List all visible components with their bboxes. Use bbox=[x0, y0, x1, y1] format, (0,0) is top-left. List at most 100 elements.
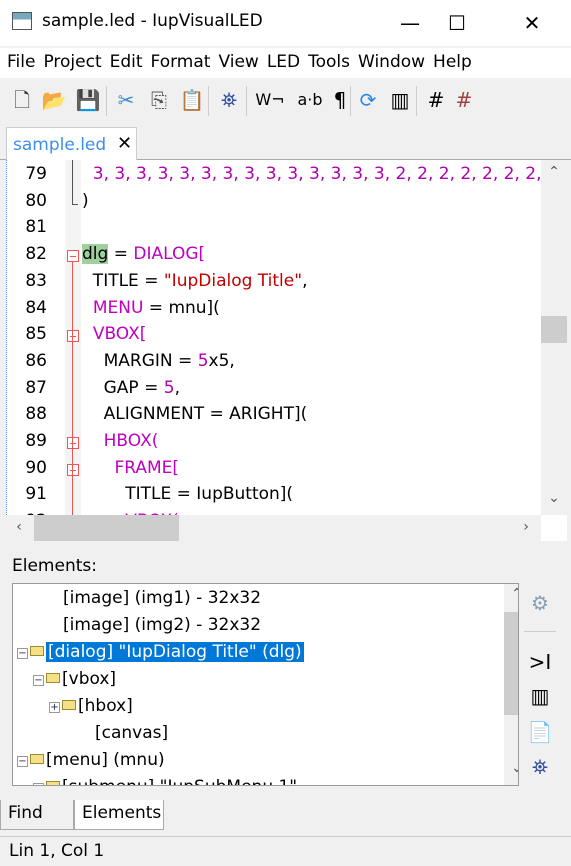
layout-dialog-button[interactable]: ▥ bbox=[386, 86, 414, 114]
elements-tree[interactable]: [image] (img1) - 32x32 [image] (img2) - 3… bbox=[12, 583, 519, 786]
menu-file[interactable]: File bbox=[0, 48, 39, 72]
line-numbers-button[interactable]: # bbox=[422, 86, 450, 114]
collapse-icon[interactable]: − bbox=[17, 756, 28, 767]
menu-led[interactable]: LED bbox=[263, 48, 304, 72]
tab-label: Elements bbox=[82, 803, 162, 823]
fold-line bbox=[72, 262, 73, 541]
layout-dialog-icon: ▥ bbox=[390, 88, 410, 112]
tree-item[interactable]: − [menu] (mnu) bbox=[17, 750, 165, 770]
scroll-left-icon[interactable]: ‹ bbox=[6, 519, 32, 535]
toolbar-separator bbox=[106, 86, 107, 116]
menu-window[interactable]: Window bbox=[354, 48, 429, 72]
tree-item[interactable]: − [dialog] "IupDialog Title" (dlg) bbox=[17, 642, 304, 662]
paste-button[interactable]: 📋 bbox=[178, 86, 206, 114]
import-button[interactable]: 📄 bbox=[526, 718, 554, 746]
show-whitespace-button[interactable]: a·b bbox=[292, 86, 328, 114]
scroll-down-icon[interactable]: ⌄ bbox=[504, 760, 518, 776]
tree-item[interactable]: [image] (img2) - 32x32 bbox=[63, 615, 261, 635]
tree-scrollbar[interactable]: ⌃ ⌄ bbox=[504, 584, 518, 785]
layout-icon: ▥ bbox=[530, 684, 550, 708]
find-element-icon: ⛯ bbox=[532, 755, 548, 779]
tree-item-label: [dialog] "IupDialog Title" (dlg) bbox=[46, 642, 304, 662]
tree-item[interactable]: − [submenu] "IupSubMenu 1" bbox=[33, 777, 297, 785]
folder-icon bbox=[46, 673, 60, 683]
tab-elements[interactable]: Elements bbox=[74, 800, 164, 830]
menu-format[interactable]: Format bbox=[147, 48, 215, 72]
tab-sample-led[interactable]: sample.led ✕ bbox=[6, 127, 137, 161]
close-tab-icon[interactable]: ✕ bbox=[117, 133, 132, 154]
cursor-position: Lin 1, Col 1 bbox=[9, 841, 105, 861]
app-icon bbox=[12, 12, 32, 30]
copy-icon: ⎘ bbox=[151, 88, 167, 112]
new-file-button[interactable]: 🗋 bbox=[8, 86, 36, 114]
toolbar-separator bbox=[208, 86, 209, 116]
collapse-icon[interactable]: − bbox=[33, 783, 44, 785]
code-token: DIALOG[ bbox=[133, 244, 206, 265]
go-to-source-button[interactable]: >I bbox=[526, 648, 554, 676]
menu-help[interactable]: Help bbox=[429, 48, 476, 72]
line-number: 85 bbox=[25, 324, 47, 345]
save-button[interactable]: 💾 bbox=[74, 86, 102, 114]
toolbar-separator bbox=[416, 86, 417, 116]
scroll-down-icon[interactable]: ⌄ bbox=[541, 490, 567, 506]
scroll-right-icon[interactable]: › bbox=[513, 519, 539, 535]
collapse-icon[interactable]: − bbox=[33, 675, 44, 686]
layout-button[interactable]: ▥ bbox=[526, 682, 554, 710]
maximize-button[interactable]: ☐ bbox=[434, 0, 480, 46]
tab-bar: sample.led ✕ bbox=[0, 124, 571, 161]
code-token: , bbox=[302, 270, 308, 291]
code-token: 5 bbox=[197, 350, 209, 371]
scroll-thumb[interactable] bbox=[504, 612, 518, 715]
toolbar: 🗋 📂 💾 ✂ ⎘ 📋 ⛯ W¬ a·b ¶ ⟳ ▥ # # bbox=[0, 80, 571, 122]
editor-vertical-scrollbar[interactable]: ⌃ ⌄ bbox=[541, 160, 567, 515]
code-line: TITLE = "IupDialog Title", bbox=[82, 270, 308, 291]
close-button[interactable]: ✕ bbox=[509, 0, 555, 46]
scroll-thumb[interactable] bbox=[34, 515, 179, 541]
word-wrap-icon: W¬ bbox=[255, 90, 285, 109]
code-editor[interactable]: 79 3, 3, 3, 3, 3, 3, 3, 3, 3, 3, 3, 3, 3… bbox=[6, 160, 567, 541]
tree-item[interactable]: [image] (img1) - 32x32 bbox=[63, 588, 261, 608]
fold-toggle-icon[interactable] bbox=[67, 437, 79, 449]
fold-toggle-icon[interactable] bbox=[67, 463, 79, 476]
menu-tools[interactable]: Tools bbox=[304, 48, 354, 72]
properties-gear-button[interactable]: ⚙ bbox=[526, 589, 554, 617]
menu-view[interactable]: View bbox=[214, 48, 262, 72]
code-token: HBOX( bbox=[103, 431, 159, 451]
refresh-button[interactable]: ⟳ bbox=[354, 86, 382, 114]
line-number: 90 bbox=[25, 457, 47, 478]
word-wrap-button[interactable]: W¬ bbox=[252, 86, 288, 114]
bookmarks-button[interactable]: # bbox=[450, 86, 478, 114]
fold-toggle-icon[interactable] bbox=[67, 250, 79, 263]
find-element-button[interactable]: ⛯ bbox=[526, 753, 554, 781]
code-token: MARGIN = bbox=[82, 350, 198, 371]
fold-toggle-icon[interactable] bbox=[67, 330, 79, 343]
cut-button[interactable]: ✂ bbox=[112, 86, 140, 114]
menu-project[interactable]: Project bbox=[39, 48, 105, 72]
line-number: 80 bbox=[25, 190, 47, 211]
copy-button[interactable]: ⎘ bbox=[145, 86, 173, 114]
expand-icon[interactable]: + bbox=[49, 702, 60, 713]
tree-item[interactable]: − [vbox] bbox=[33, 669, 116, 689]
editor-horizontal-scrollbar[interactable]: ‹ › bbox=[6, 515, 541, 541]
code-token: = bbox=[108, 244, 134, 265]
find-button[interactable]: ⛯ bbox=[215, 86, 243, 114]
minimize-button[interactable]: — bbox=[387, 0, 433, 46]
code-line: HBOX( bbox=[82, 431, 159, 451]
collapse-icon[interactable]: − bbox=[17, 648, 28, 659]
code-token: TITLE = bbox=[82, 270, 164, 291]
code-token: "IupDialog Title" bbox=[163, 270, 303, 291]
open-folder-button[interactable]: 📂 bbox=[40, 86, 68, 114]
scroll-up-icon[interactable]: ⌃ bbox=[541, 164, 567, 180]
tab-label: Find bbox=[8, 803, 43, 823]
properties-gear-icon: ⚙ bbox=[531, 591, 549, 615]
tree-item[interactable]: [canvas] bbox=[95, 723, 168, 743]
scroll-up-icon[interactable]: ⌃ bbox=[504, 586, 518, 602]
code-line: FRAME[ bbox=[82, 458, 179, 478]
menu-edit[interactable]: Edit bbox=[106, 48, 147, 72]
code-line: MENU = mnu]( bbox=[82, 298, 220, 318]
tree-item-label: [menu] (mnu) bbox=[46, 750, 165, 770]
tab-find[interactable]: Find bbox=[0, 800, 74, 830]
scroll-thumb[interactable] bbox=[541, 316, 567, 343]
tree-item[interactable]: + [hbox] bbox=[49, 696, 133, 716]
